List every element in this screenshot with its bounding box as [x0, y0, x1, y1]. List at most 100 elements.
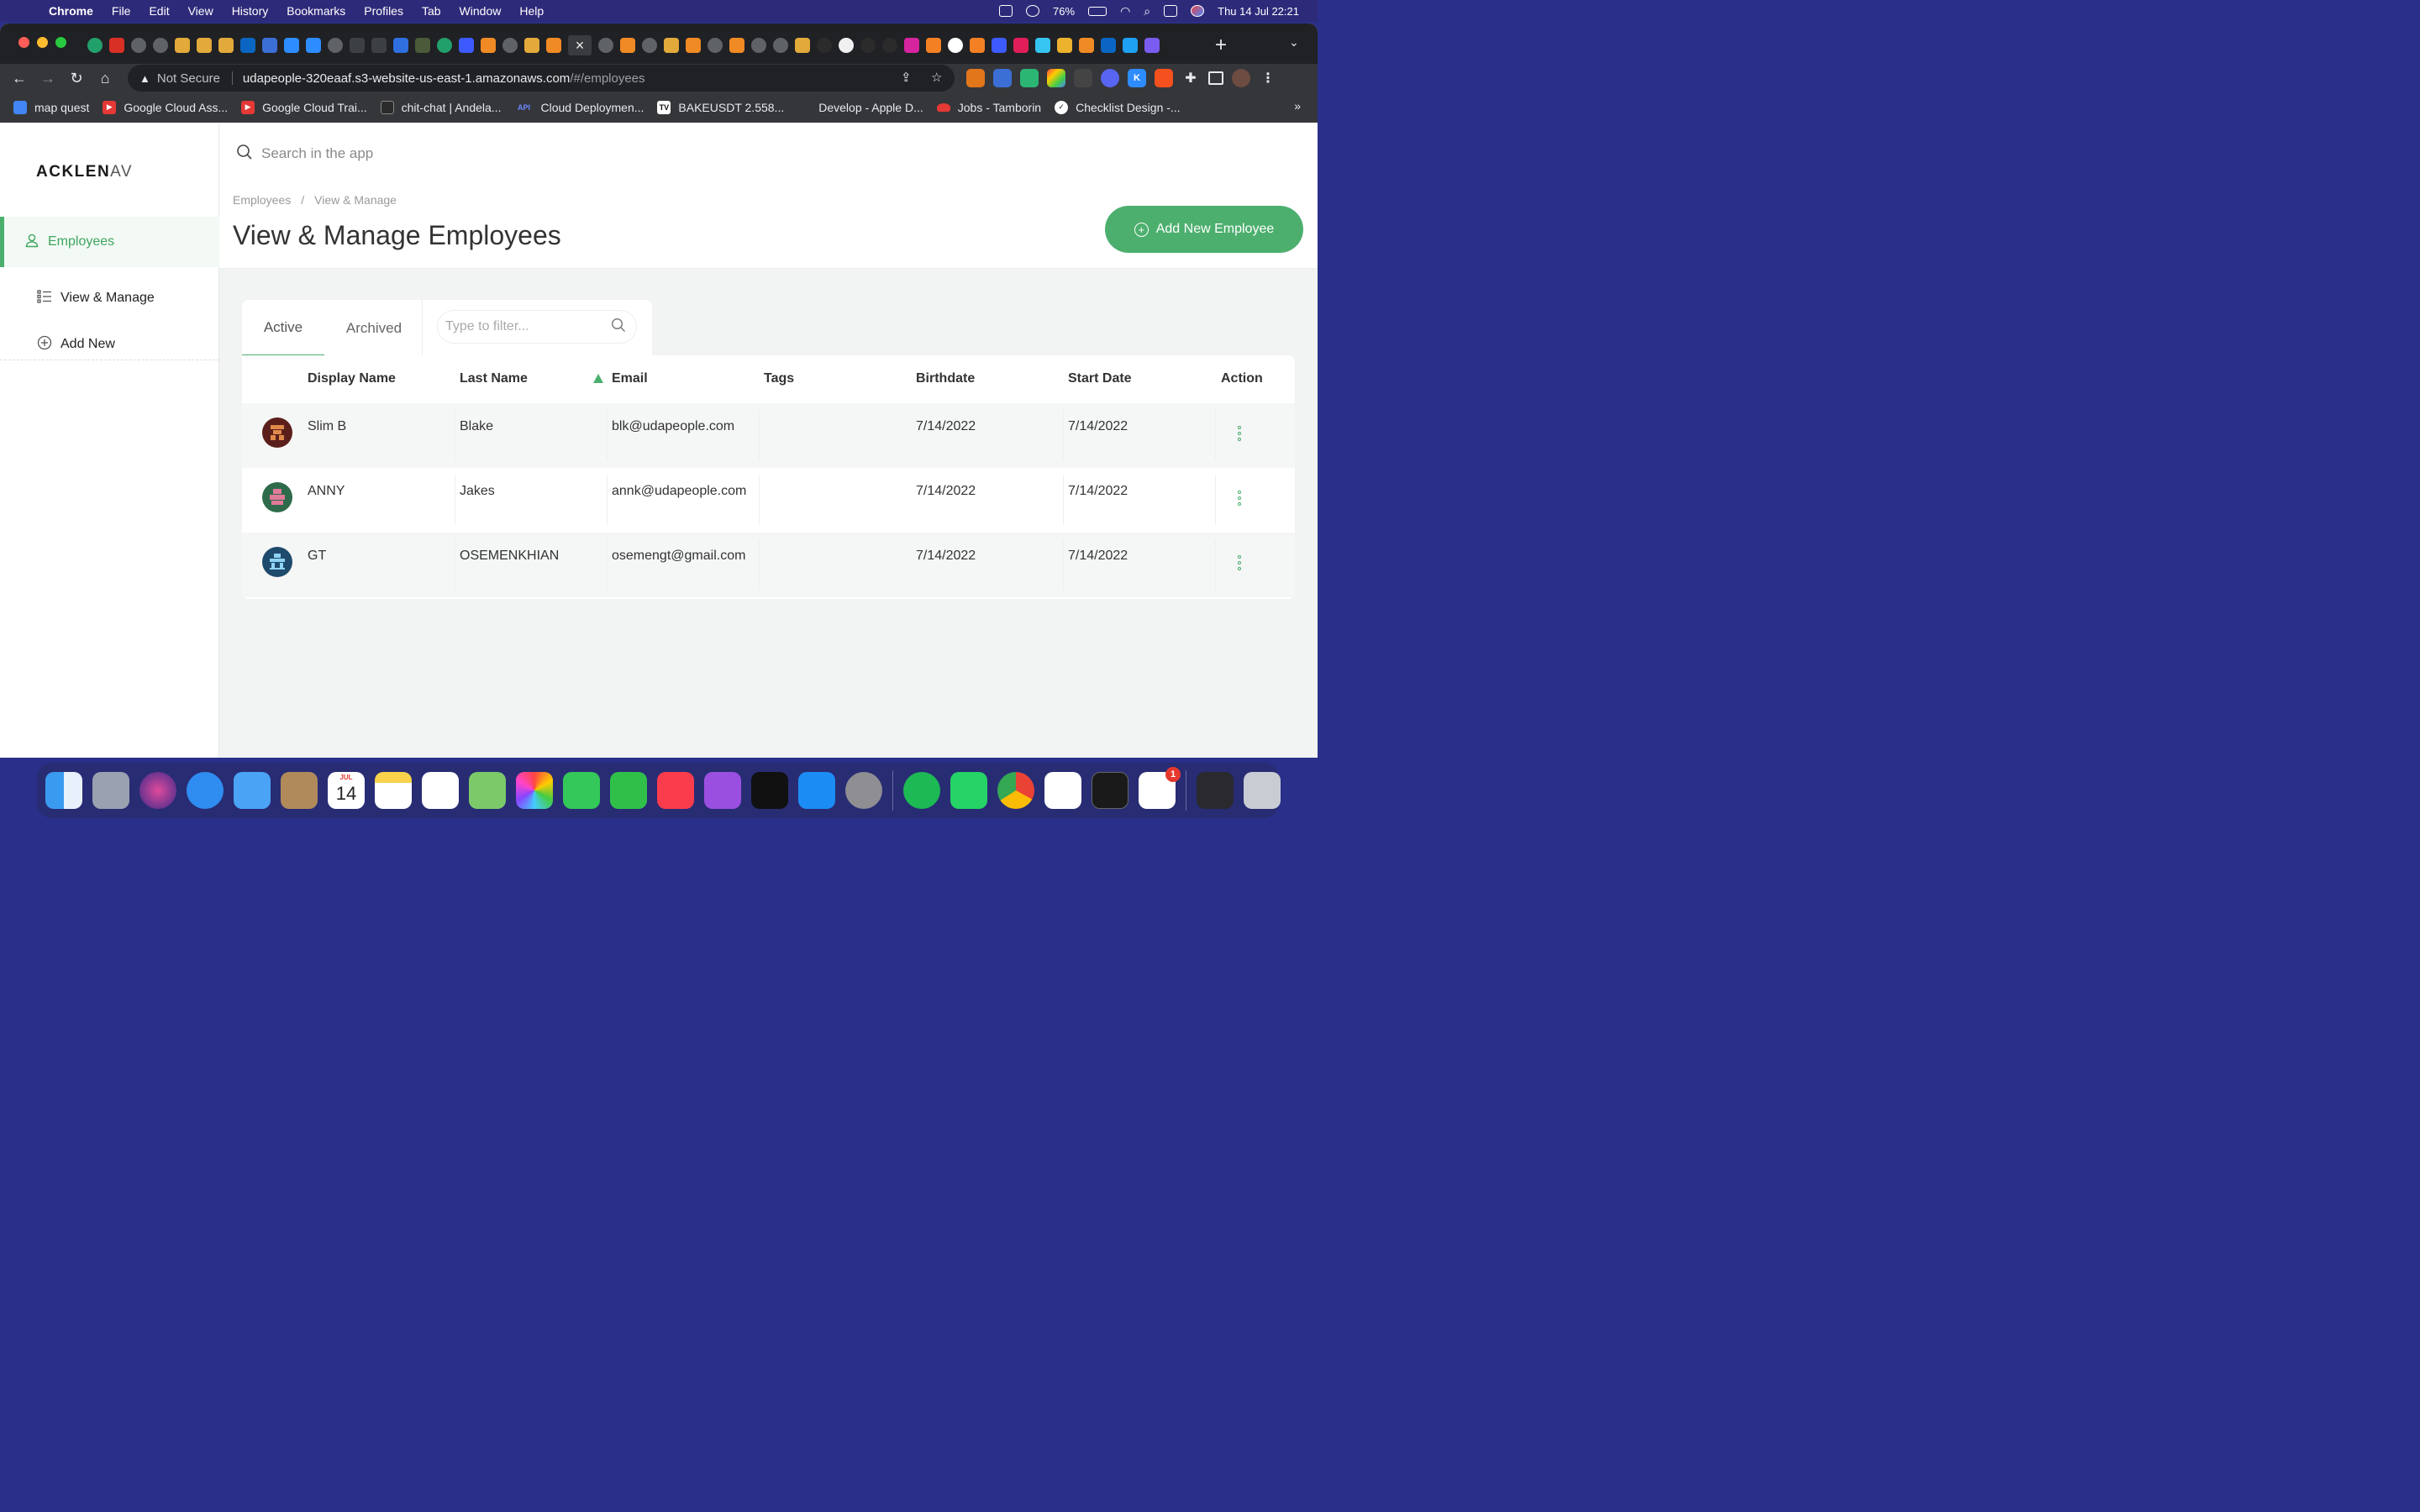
bookmark-star-icon[interactable]: ☆: [931, 70, 942, 85]
calendar-icon[interactable]: JUL 14: [328, 772, 365, 809]
active-tab-close-icon[interactable]: ×: [568, 35, 592, 55]
tab-favicon[interactable]: [393, 38, 408, 53]
tab-favicon[interactable]: [284, 38, 299, 53]
puzzle-extensions-icon[interactable]: ✚: [1181, 69, 1200, 87]
sort-ascending-icon[interactable]: [593, 374, 603, 383]
tab-favicon[interactable]: [546, 38, 561, 53]
tab-favicon[interactable]: [992, 38, 1007, 53]
column-email[interactable]: Email: [612, 371, 648, 386]
tab-favicon[interactable]: [664, 38, 679, 53]
side-panel-icon[interactable]: [1208, 71, 1223, 85]
menu-file[interactable]: File: [112, 4, 131, 18]
tab-favicon[interactable]: [1079, 38, 1094, 53]
breadcrumb-view-manage[interactable]: View & Manage: [314, 193, 397, 207]
breadcrumb-employees[interactable]: Employees: [233, 193, 291, 207]
share-icon[interactable]: ⇪: [901, 70, 912, 85]
minimize-window-button[interactable]: [37, 37, 48, 48]
back-arrow-icon[interactable]: ←: [5, 70, 34, 87]
tab-favicon[interactable]: [642, 38, 657, 53]
control-center-icon[interactable]: [1164, 5, 1178, 17]
tab-favicon[interactable]: [708, 38, 723, 53]
tab-favicon[interactable]: [197, 38, 212, 53]
filter-search-icon[interactable]: [611, 318, 626, 337]
tab-favicon[interactable]: [415, 38, 430, 53]
siri-icon[interactable]: [139, 772, 176, 809]
app-search[interactable]: Search in the app: [219, 124, 1318, 183]
filter-placeholder[interactable]: Type to filter...: [445, 319, 611, 334]
tab-favicon[interactable]: [926, 38, 941, 53]
bookmark-chit-chat[interactable]: chit-chat | Andela...: [380, 100, 501, 114]
bookmark-jobs-tamborin[interactable]: Jobs - Tamborin: [936, 101, 1041, 114]
tab-favicon[interactable]: [882, 38, 897, 53]
tab-favicon[interactable]: [437, 38, 452, 53]
tab-favicon[interactable]: [817, 38, 832, 53]
row-actions-menu-icon[interactable]: [1236, 555, 1243, 570]
reload-icon[interactable]: ↻: [62, 70, 91, 87]
home-icon[interactable]: ⌂: [91, 70, 119, 87]
sidebar-item-add-new[interactable]: Add New: [0, 328, 219, 361]
tab-favicon[interactable]: [350, 38, 365, 53]
bookmark-bakeusdt[interactable]: TV BAKEUSDT 2.558...: [657, 100, 784, 114]
search-input[interactable]: Search in the app: [261, 145, 373, 162]
battery-icon[interactable]: [1088, 6, 1107, 16]
warning-triangle-icon[interactable]: ▲: [139, 72, 150, 85]
tab-favicon[interactable]: [729, 38, 744, 53]
filter-input[interactable]: Type to filter...: [437, 310, 637, 344]
tab-favicon[interactable]: [109, 38, 124, 53]
music-icon[interactable]: [657, 772, 694, 809]
more-bookmarks-icon[interactable]: »: [1294, 99, 1301, 113]
trash-icon[interactable]: [1244, 772, 1281, 809]
chrome-icon[interactable]: [997, 772, 1034, 809]
menu-profiles[interactable]: Profiles: [364, 4, 403, 18]
address-bar[interactable]: ▲ Not Secure udapeople-320eaaf.s3-websit…: [128, 65, 955, 92]
url-path[interactable]: /#/employees: [570, 71, 644, 86]
extension-icon[interactable]: [993, 69, 1012, 87]
recent-window-icon[interactable]: [1197, 772, 1234, 809]
notes-icon[interactable]: [375, 772, 412, 809]
tab-favicon[interactable]: [153, 38, 168, 53]
bookmark-google-cloud-ass[interactable]: ▶ Google Cloud Ass...: [103, 100, 228, 114]
menubar-datetime[interactable]: Thu 14 Jul 22:21: [1218, 5, 1299, 18]
column-last-name[interactable]: Last Name: [460, 371, 528, 386]
menu-bookmarks[interactable]: Bookmarks: [287, 4, 345, 18]
bookmark-map-quest[interactable]: map quest: [13, 100, 89, 114]
tab-favicon[interactable]: [481, 38, 496, 53]
new-tab-button[interactable]: +: [1215, 34, 1227, 57]
extension-icon[interactable]: K: [1128, 69, 1146, 87]
metamask-extension-icon[interactable]: [966, 69, 985, 87]
sidebar-item-employees[interactable]: Employees: [0, 217, 219, 267]
row-actions-menu-icon[interactable]: [1236, 426, 1243, 441]
table-row[interactable]: ANNY Jakes annk@udapeople.com 7/14/2022 …: [242, 468, 1295, 533]
tab-favicon[interactable]: [240, 38, 255, 53]
menu-window[interactable]: Window: [460, 4, 502, 18]
wifi-icon[interactable]: ◠: [1120, 4, 1130, 18]
menu-view[interactable]: View: [188, 4, 213, 18]
vscode-icon[interactable]: [1044, 772, 1081, 809]
tab-favicon[interactable]: [306, 38, 321, 53]
photos-icon[interactable]: [516, 772, 553, 809]
menu-edit[interactable]: Edit: [149, 4, 169, 18]
extension-icon[interactable]: [1101, 69, 1119, 87]
slack-tab-favicon[interactable]: [1057, 38, 1072, 53]
menu-help[interactable]: Help: [519, 4, 544, 18]
spotlight-search-icon[interactable]: ⌕: [1144, 4, 1150, 18]
user-account-icon[interactable]: [1026, 5, 1040, 17]
tab-active[interactable]: Active: [242, 300, 324, 356]
close-window-button[interactable]: [18, 37, 29, 48]
tab-favicon[interactable]: [87, 38, 103, 53]
tab-favicon[interactable]: [502, 38, 518, 53]
tab-favicon[interactable]: [620, 38, 635, 53]
terminal-icon[interactable]: [1092, 772, 1128, 809]
tab-favicon[interactable]: [218, 38, 234, 53]
spotify-icon[interactable]: [903, 772, 940, 809]
column-display-name[interactable]: Display Name: [308, 371, 396, 386]
tab-archived[interactable]: Archived: [334, 300, 413, 356]
profile-avatar[interactable]: [1232, 69, 1250, 87]
slack-tab-favicon[interactable]: [1035, 38, 1050, 53]
slack-tab-favicon[interactable]: [1013, 38, 1028, 53]
chrome-menu-icon[interactable]: ⋮: [1259, 69, 1277, 87]
menu-history[interactable]: History: [232, 4, 269, 18]
tab-favicon[interactable]: [262, 38, 277, 53]
bookmark-cloud-deployment[interactable]: API Cloud Deploymen...: [514, 101, 644, 114]
maps-icon[interactable]: [469, 772, 506, 809]
